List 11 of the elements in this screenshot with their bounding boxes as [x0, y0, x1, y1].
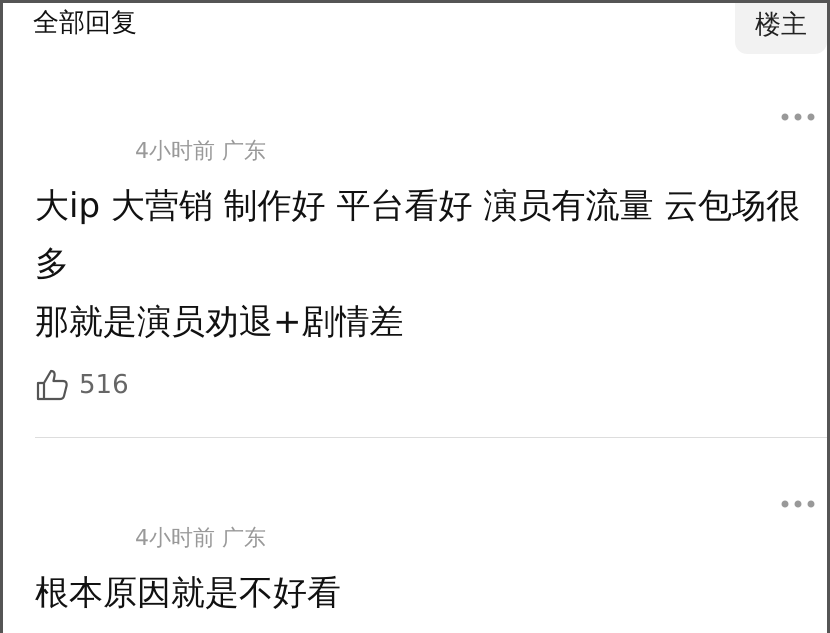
more-icon[interactable] — [781, 500, 815, 508]
more-icon[interactable] — [781, 113, 815, 121]
filter-button[interactable]: 楼主 — [735, 3, 827, 54]
thumbs-up-icon[interactable] — [35, 368, 69, 402]
comment-text: 根本原因就是不好看 — [35, 572, 342, 615]
comment-text: 大ip 大营销 制作好 平台看好 演员有流量 云包场很多 — [35, 185, 802, 286]
comment-meta: 4小时前 广东 — [135, 138, 266, 166]
comment-meta: 4小时前 广东 — [135, 525, 266, 553]
comment-text: 那就是演员劝退+剧情差 — [35, 301, 404, 344]
section-title: 全部回复 — [33, 7, 137, 40]
like-count: 516 — [79, 370, 129, 400]
